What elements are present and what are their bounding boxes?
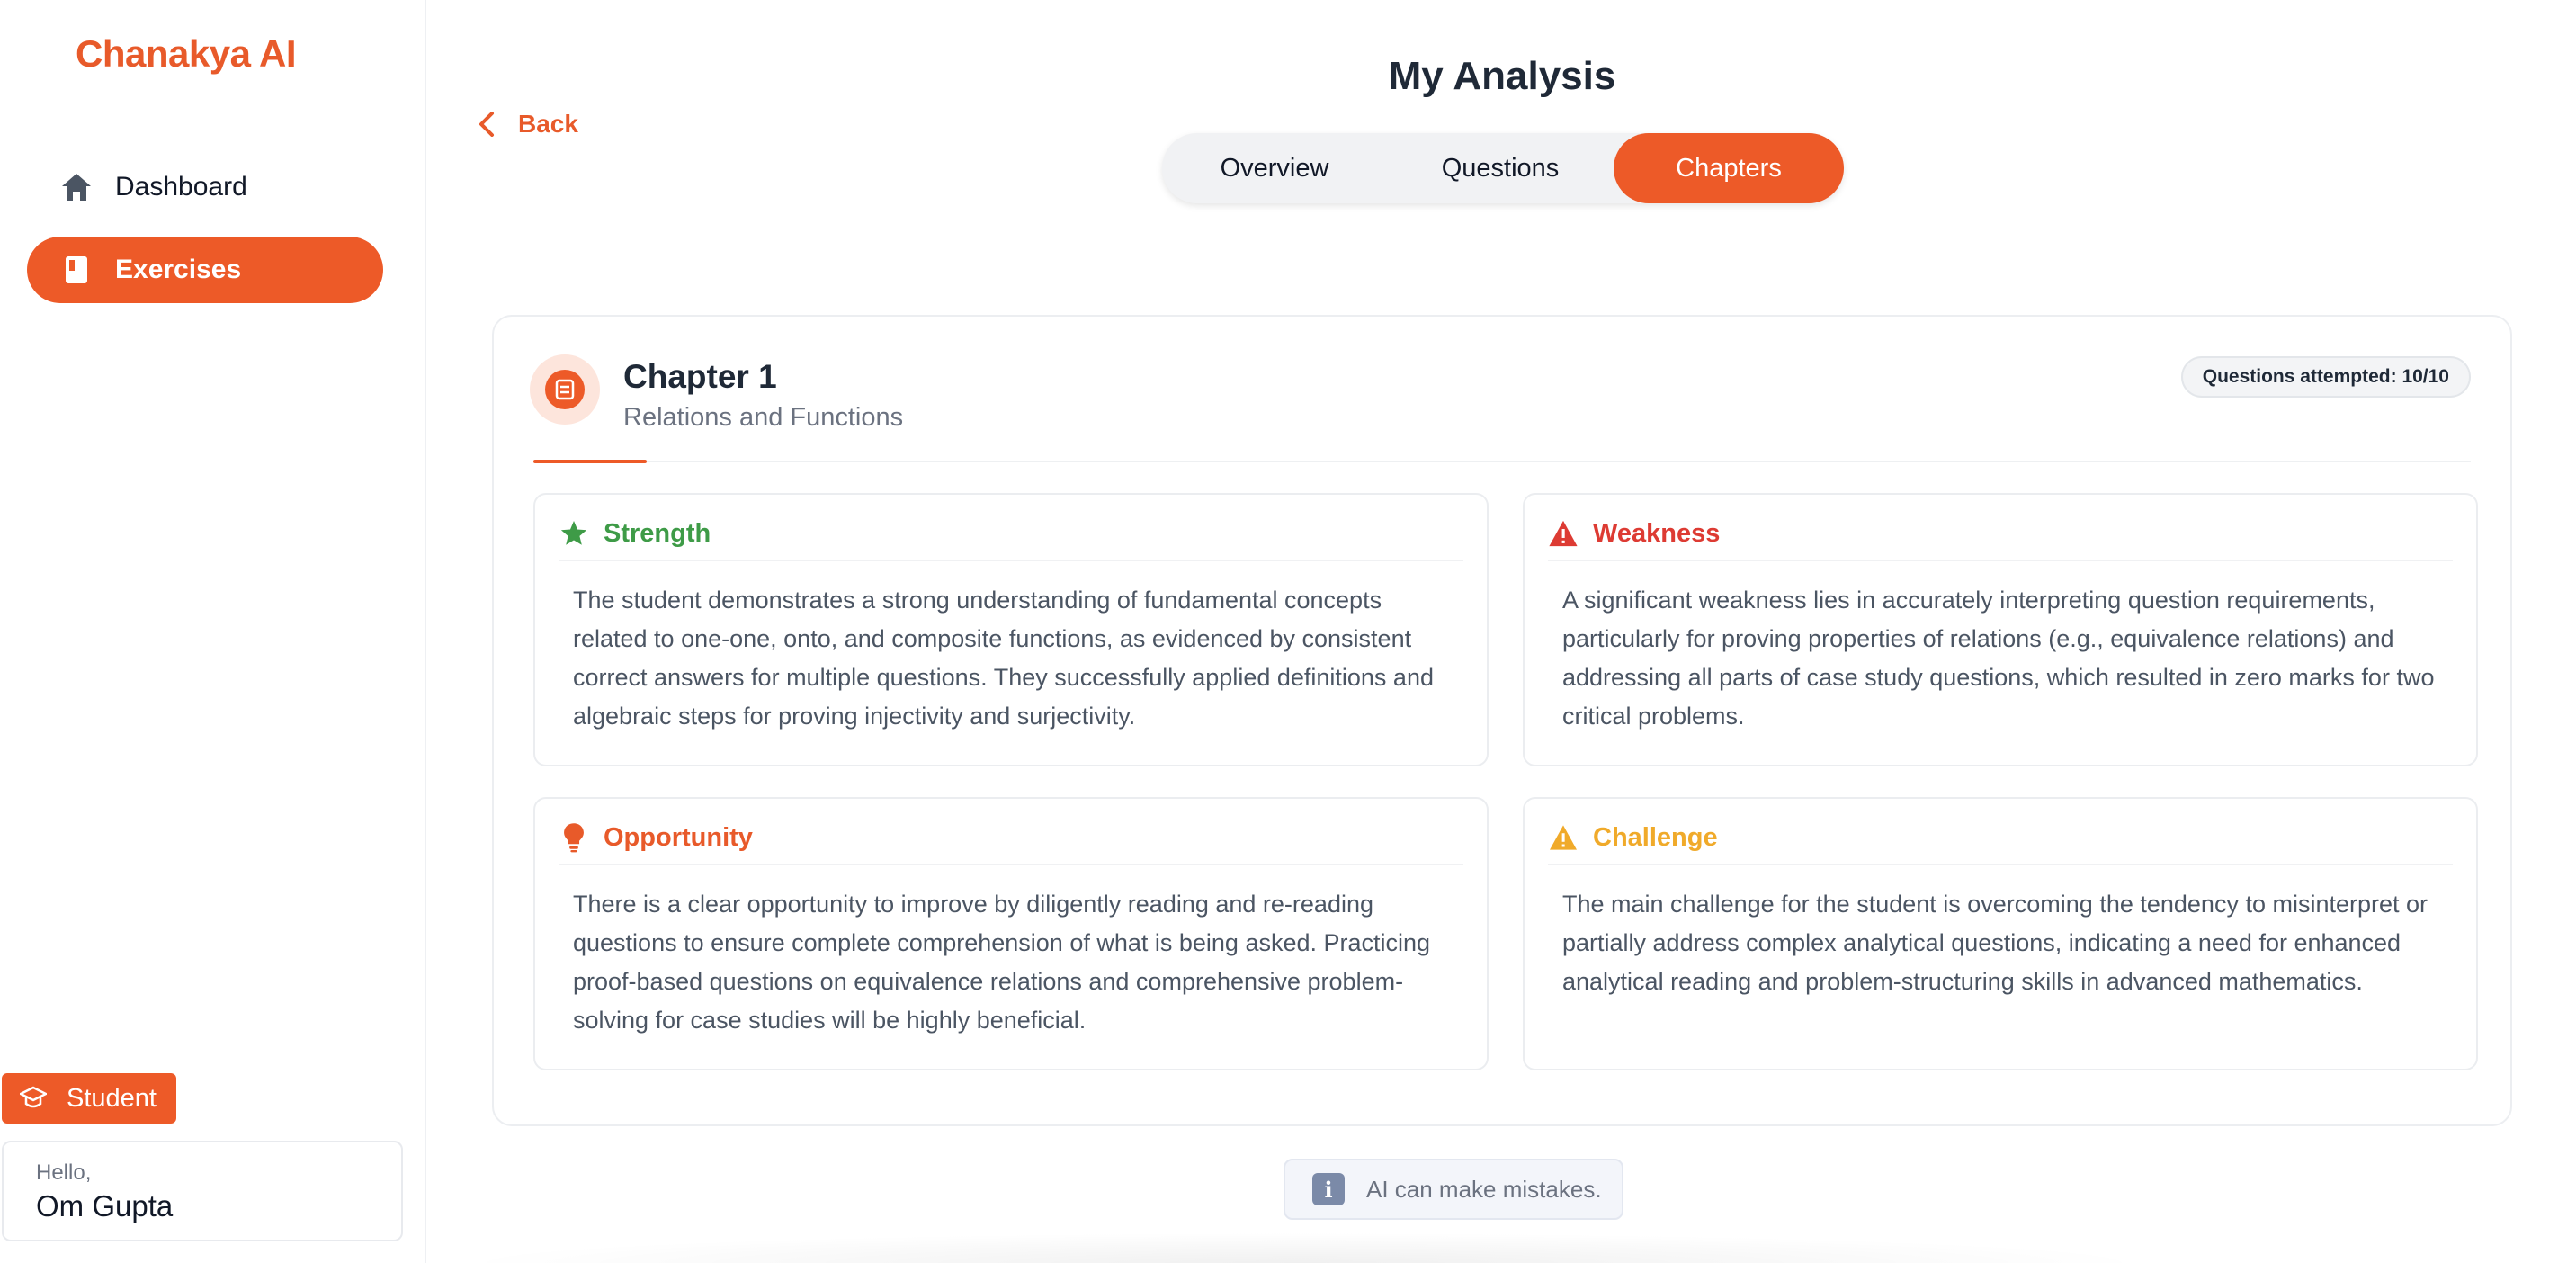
- tab-questions[interactable]: Questions: [1387, 133, 1614, 203]
- weakness-panel: Weakness A significant weakness lies in …: [1523, 493, 2478, 766]
- disclaimer-text: AI can make mistakes.: [1366, 1175, 1602, 1203]
- challenge-label: Challenge: [1593, 822, 1718, 852]
- divider: [533, 461, 2471, 462]
- user-name: Om Gupta: [36, 1189, 174, 1223]
- weakness-text: A significant weakness lies in accuratel…: [1562, 587, 2435, 730]
- chapter-subtitle: Relations and Functions: [623, 403, 904, 432]
- tab-chapters[interactable]: Chapters: [1614, 133, 1844, 203]
- tab-overview[interactable]: Overview: [1162, 133, 1387, 203]
- graduation-cap-icon: [20, 1085, 47, 1112]
- opportunity-label: Opportunity: [604, 822, 753, 852]
- ai-disclaimer: i AI can make mistakes.: [1284, 1159, 1623, 1220]
- alert-triangle-icon: [1548, 822, 1579, 853]
- sidebar: Chanakya AI Dashboard Exercises Student …: [0, 0, 426, 1263]
- opportunity-text: There is a clear opportunity to improve …: [573, 891, 1431, 1034]
- tab-bar: Overview Questions Chapters: [1162, 133, 1844, 203]
- star-icon: [559, 518, 589, 549]
- app-logo[interactable]: Chanakya AI: [76, 32, 297, 76]
- challenge-text: The main challenge for the student is ov…: [1562, 891, 2428, 995]
- info-icon: i: [1312, 1173, 1345, 1205]
- sidebar-item-label: Exercises: [115, 255, 242, 284]
- back-label: Back: [518, 110, 578, 138]
- sidebar-item-label: Dashboard: [115, 172, 247, 202]
- user-greeting: Hello,: [36, 1160, 92, 1185]
- questions-attempted-badge: Questions attempted: 10/10: [2180, 356, 2471, 398]
- chapter-icon: [530, 354, 600, 425]
- weakness-label: Weakness: [1593, 518, 1721, 548]
- sidebar-item-exercises[interactable]: Exercises: [27, 237, 383, 303]
- weakness-header: Weakness: [1548, 516, 2453, 561]
- strength-panel: Strength The student demonstrates a stro…: [533, 493, 1489, 766]
- chevron-left-icon: [479, 111, 502, 138]
- warning-icon: [1548, 518, 1579, 549]
- back-button[interactable]: Back: [479, 110, 578, 139]
- strength-header: Strength: [559, 516, 1463, 561]
- opportunity-header: Opportunity: [559, 820, 1463, 865]
- role-badge: Student: [2, 1073, 176, 1124]
- divider-accent: [533, 460, 647, 463]
- strength-label: Strength: [604, 518, 711, 548]
- strength-text: The student demonstrates a strong unders…: [573, 587, 1434, 730]
- role-label: Student: [67, 1083, 157, 1113]
- chapter-card: Chapter 1 Relations and Functions Questi…: [492, 315, 2512, 1126]
- lightbulb-icon: [559, 822, 589, 853]
- sidebar-item-dashboard[interactable]: Dashboard: [27, 154, 383, 220]
- book-icon: [545, 370, 585, 409]
- book-icon: [59, 253, 94, 287]
- user-card[interactable]: Hello, Om Gupta: [2, 1141, 403, 1241]
- page-title: My Analysis: [1388, 54, 1616, 98]
- opportunity-panel: Opportunity There is a clear opportunity…: [533, 797, 1489, 1070]
- chapter-title: Chapter 1: [623, 358, 777, 395]
- challenge-panel: Challenge The main challenge for the stu…: [1523, 797, 2478, 1070]
- challenge-header: Challenge: [1548, 820, 2453, 865]
- bottom-shadow: [450, 1232, 2159, 1263]
- home-icon: [59, 170, 94, 204]
